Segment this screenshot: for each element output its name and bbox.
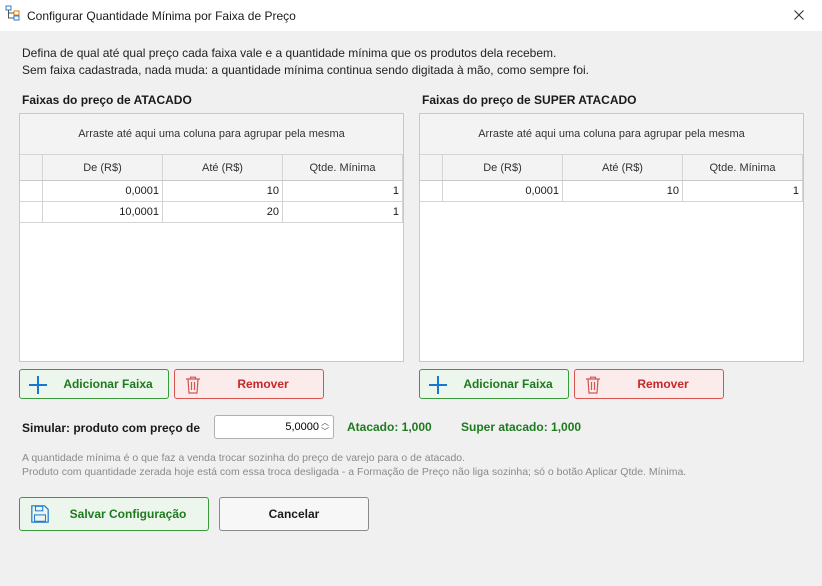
super-atacado-add-range-button[interactable]: Adicionar Faixa	[419, 369, 569, 399]
super-atacado-remove-button[interactable]: Remover	[574, 369, 724, 399]
plus-icon	[428, 375, 448, 395]
atacado-add-range-button[interactable]: Adicionar Faixa	[19, 369, 169, 399]
column-header-qtd[interactable]: Qtde. Mínima	[683, 155, 803, 180]
cancel-button[interactable]: Cancelar	[219, 497, 369, 531]
plus-icon	[28, 375, 48, 395]
cell-ate[interactable]: 10	[563, 181, 683, 201]
cell-qtd[interactable]: 1	[283, 202, 403, 222]
simulate-price-stepper[interactable]: ︿ ﹀	[214, 415, 334, 439]
chevron-down-icon[interactable]: ﹀	[321, 427, 329, 436]
trash-icon	[183, 375, 203, 395]
cell-de[interactable]: 10,0001	[43, 202, 163, 222]
row-indicator[interactable]	[20, 181, 43, 201]
spin-buttons[interactable]: ︿ ﹀	[319, 418, 331, 436]
grid-header: De (R$) Até (R$) Qtde. Mínima	[20, 155, 403, 181]
row-indicator-header	[420, 155, 443, 180]
atacado-remove-button[interactable]: Remover	[174, 369, 324, 399]
atacado-grid[interactable]: Arraste até aqui uma coluna para agrupar…	[19, 113, 404, 362]
cell-qtd[interactable]: 1	[283, 181, 403, 201]
atacado-section-title: Faixas do preço de ATACADO	[22, 93, 192, 107]
super-atacado-section-title: Faixas do preço de SUPER ATACADO	[422, 93, 637, 107]
table-row[interactable]: 10,0001 20 1	[20, 202, 403, 223]
save-disk-icon	[30, 504, 50, 524]
tree-structure-icon	[5, 5, 21, 21]
save-button[interactable]: Salvar Configuração	[19, 497, 209, 531]
column-header-qtd[interactable]: Qtde. Mínima	[283, 155, 403, 180]
cell-ate[interactable]: 20	[163, 202, 283, 222]
cell-ate[interactable]: 10	[163, 181, 283, 201]
description-line-2: Sem faixa cadastrada, nada muda: a quant…	[22, 63, 590, 77]
super-atacado-result: Super atacado: 1,000	[461, 420, 582, 434]
note-line-1: A quantidade mínima é o que faz a venda …	[22, 452, 466, 464]
row-indicator-header	[20, 155, 43, 180]
cell-de[interactable]: 0,0001	[43, 181, 163, 201]
cell-de[interactable]: 0,0001	[443, 181, 563, 201]
column-header-de[interactable]: De (R$)	[43, 155, 163, 180]
close-button[interactable]	[782, 2, 816, 28]
title-bar: Configurar Quantidade Mínima por Faixa d…	[0, 0, 822, 31]
window-title: Configurar Quantidade Mínima por Faixa d…	[27, 9, 296, 23]
table-row[interactable]: 0,0001 10 1	[420, 181, 803, 202]
atacado-result: Atacado: 1,000	[347, 420, 432, 434]
column-header-ate[interactable]: Até (R$)	[163, 155, 283, 180]
super-atacado-grid[interactable]: Arraste até aqui uma coluna para agrupar…	[419, 113, 804, 362]
table-row[interactable]: 0,0001 10 1	[20, 181, 403, 202]
column-header-de[interactable]: De (R$)	[443, 155, 563, 180]
description-line-1: Defina de qual até qual preço cada faixa…	[22, 46, 557, 60]
close-icon	[794, 10, 804, 20]
simulate-price-label: Simular: produto com preço de	[22, 421, 201, 435]
group-by-panel[interactable]: Arraste até aqui uma coluna para agrupar…	[20, 114, 403, 155]
group-by-panel[interactable]: Arraste até aqui uma coluna para agrupar…	[420, 114, 803, 155]
note-line-2: Produto com quantidade zerada hoje está …	[22, 466, 687, 478]
grid-header: De (R$) Até (R$) Qtde. Mínima	[420, 155, 803, 181]
row-indicator[interactable]	[20, 202, 43, 222]
trash-icon	[583, 375, 603, 395]
row-indicator[interactable]	[420, 181, 443, 201]
simulate-price-input[interactable]	[217, 418, 319, 436]
column-header-ate[interactable]: Até (R$)	[563, 155, 683, 180]
chevron-up-icon[interactable]: ︿	[321, 418, 329, 427]
cell-qtd[interactable]: 1	[683, 181, 803, 201]
